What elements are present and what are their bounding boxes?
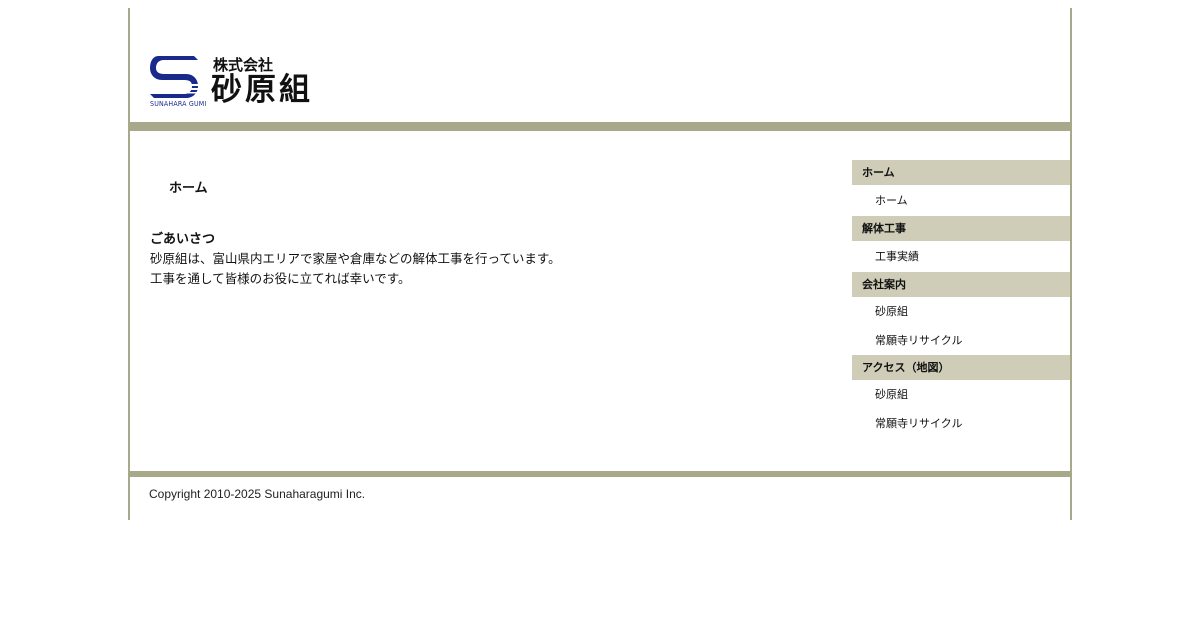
site-header: SUNAHARA GUMI 株式会社 砂原組 <box>130 8 1070 122</box>
company-name: 砂原組 <box>211 72 313 108</box>
sidebar-heading-access: アクセス（地図） <box>852 355 1070 380</box>
sidebar-link-access-sunaharagumi[interactable]: 砂原組 <box>852 380 1070 409</box>
page-frame: SUNAHARA GUMI 株式会社 砂原組 ホーム ごあいさつ 砂原組は、富山… <box>128 8 1072 520</box>
sidebar-link-access-joganji-recycle[interactable]: 常願寺リサイクル <box>852 409 1070 438</box>
footer-divider <box>130 471 1070 477</box>
page-title: ホーム <box>169 181 208 196</box>
sidebar-heading-company: 会社案内 <box>852 272 1070 297</box>
copyright-text: Copyright 2010-2025 Sunaharagumi Inc. <box>149 487 366 501</box>
greeting-text-line: 砂原組は、富山県内エリアで家屋や倉庫などの解体工事を行っています。 <box>150 251 561 266</box>
sidebar-link-company-joganji-recycle[interactable]: 常願寺リサイクル <box>852 326 1070 355</box>
sidebar-heading-demolition: 解体工事 <box>852 216 1070 241</box>
sidebar-link-company-sunaharagumi[interactable]: 砂原組 <box>852 297 1070 326</box>
greeting-text-line: 工事を通して皆様のお役に立てれば幸いです。 <box>150 271 411 286</box>
sunahara-logo-icon <box>150 56 198 98</box>
logo-mark-text: SUNAHARA GUMI <box>150 100 207 108</box>
greeting-heading: ごあいさつ <box>150 232 216 247</box>
sidebar-link-works[interactable]: 工事実績 <box>852 241 1070 272</box>
sidebar-link-home[interactable]: ホーム <box>852 185 1070 216</box>
site-logo[interactable]: SUNAHARA GUMI 株式会社 砂原組 <box>150 54 345 112</box>
header-divider <box>130 122 1070 131</box>
sidebar-heading-home: ホーム <box>852 160 1070 185</box>
sidebar-nav: ホーム ホーム 解体工事 工事実績 会社案内 砂原組 常願寺リサイクル アクセス… <box>852 160 1070 438</box>
